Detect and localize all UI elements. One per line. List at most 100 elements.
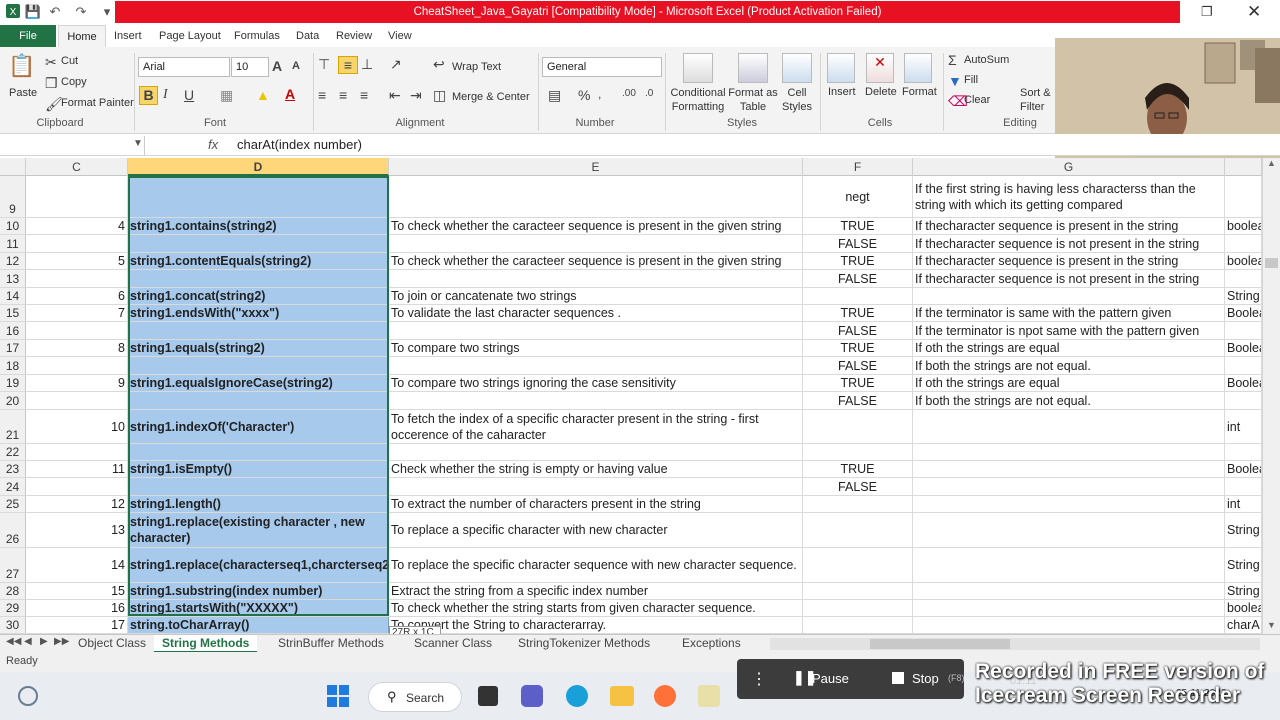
pause-button[interactable]: Pause bbox=[812, 671, 849, 686]
row-number[interactable]: 14 bbox=[0, 288, 26, 304]
cell-h[interactable]: boolea bbox=[1225, 218, 1262, 234]
cell-f[interactable] bbox=[803, 288, 913, 304]
cell-f[interactable] bbox=[803, 617, 913, 633]
prev-sheet-icon[interactable]: ◀ bbox=[24, 636, 32, 647]
row-number[interactable]: 18 bbox=[0, 357, 26, 374]
tab-page-layout[interactable]: Page Layout bbox=[153, 25, 227, 47]
row-number[interactable]: 25 bbox=[0, 496, 26, 512]
scroll-thumb[interactable] bbox=[1265, 258, 1278, 268]
accounting-format-icon[interactable]: ▤ bbox=[548, 87, 561, 104]
row-number[interactable]: 23 bbox=[0, 461, 26, 477]
cell-d[interactable] bbox=[128, 322, 389, 339]
fill-button[interactable]: Fill bbox=[964, 74, 978, 86]
cell-g[interactable]: If the first string is having less chara… bbox=[913, 176, 1225, 217]
cell-e[interactable]: Check whether the string is empty or hav… bbox=[389, 461, 803, 477]
cell-h[interactable]: int bbox=[1225, 496, 1262, 512]
cell-g[interactable] bbox=[913, 478, 1225, 495]
cell-c[interactable] bbox=[26, 357, 128, 374]
merge-center-button[interactable]: Merge & Center bbox=[452, 91, 530, 103]
cell-f[interactable]: FALSE bbox=[803, 478, 913, 495]
autosum-button[interactable]: AutoSum bbox=[964, 54, 1009, 66]
cell-g[interactable]: If both the strings are not equal. bbox=[913, 357, 1225, 374]
format-painter-button[interactable]: Format Painter bbox=[61, 97, 134, 109]
cell-e[interactable]: To compare two strings bbox=[389, 340, 803, 356]
row-number[interactable]: 15 bbox=[0, 305, 26, 321]
task-view-icon[interactable] bbox=[478, 686, 498, 706]
column-header-e[interactable]: E bbox=[389, 158, 803, 176]
name-box[interactable]: ▼ bbox=[0, 136, 145, 155]
increase-decimal-icon[interactable]: .00 bbox=[622, 88, 636, 99]
cell-f[interactable]: FALSE bbox=[803, 270, 913, 287]
cell-e[interactable] bbox=[389, 176, 803, 217]
cell-f[interactable]: TRUE bbox=[803, 340, 913, 356]
cell-d[interactable]: string1.replace(existing character , new… bbox=[128, 513, 389, 547]
cell-e[interactable]: To check whether the caracteer sequence … bbox=[389, 253, 803, 269]
cell-d[interactable] bbox=[128, 444, 389, 460]
paste-icon[interactable]: 📋 bbox=[8, 53, 35, 83]
row-number[interactable]: 22 bbox=[0, 444, 26, 460]
cell-g[interactable]: If oth the strings are equal bbox=[913, 375, 1225, 391]
row-number[interactable]: 13 bbox=[0, 270, 26, 287]
cell-d[interactable] bbox=[128, 357, 389, 374]
cell-d[interactable] bbox=[128, 270, 389, 287]
cell-styles-button[interactable]: Cell Styles bbox=[778, 86, 816, 114]
increase-indent-icon[interactable]: ⇥ bbox=[410, 87, 422, 104]
cell-h[interactable]: String bbox=[1225, 513, 1262, 547]
decrease-decimal-icon[interactable]: .0 bbox=[645, 88, 653, 99]
cell-c[interactable] bbox=[26, 235, 128, 252]
cell-f[interactable]: TRUE bbox=[803, 218, 913, 234]
sheet-tab-strinbuffer-methods[interactable]: StrinBuffer Methods bbox=[270, 635, 392, 653]
undo-icon[interactable]: ↶ bbox=[46, 3, 64, 21]
row-number[interactable]: 12 bbox=[0, 253, 26, 269]
cell-g[interactable]: If both the strings are not equal. bbox=[913, 392, 1225, 409]
chevron-down-icon[interactable]: ▼ bbox=[133, 138, 143, 149]
cell-d[interactable]: string1.indexOf('Character') bbox=[128, 410, 389, 443]
row-number[interactable]: 9 bbox=[0, 176, 26, 217]
row-number[interactable]: 26 bbox=[0, 513, 26, 547]
cell-c[interactable]: 17 bbox=[26, 617, 128, 633]
cell-f[interactable]: TRUE bbox=[803, 305, 913, 321]
underline-icon[interactable]: U bbox=[184, 87, 194, 103]
cell-g[interactable] bbox=[913, 288, 1225, 304]
cell-e[interactable]: To replace the specific character sequen… bbox=[389, 548, 803, 582]
tab-formulas[interactable]: Formulas bbox=[228, 25, 286, 47]
paste-button[interactable]: Paste bbox=[9, 87, 37, 99]
cell-h[interactable]: boolea bbox=[1225, 600, 1262, 616]
cell-g[interactable] bbox=[913, 461, 1225, 477]
cell-g[interactable] bbox=[913, 600, 1225, 616]
font-name-dropdown[interactable]: Arial bbox=[138, 57, 230, 77]
cell-f[interactable]: FALSE bbox=[803, 392, 913, 409]
row-number[interactable]: 28 bbox=[0, 583, 26, 599]
sort-filter-button[interactable]: Sort & Filter bbox=[1020, 86, 1056, 114]
fill-color-icon[interactable]: ▲ bbox=[256, 87, 270, 103]
align-middle-icon[interactable]: ≡ bbox=[338, 56, 358, 74]
cell-g[interactable] bbox=[913, 548, 1225, 582]
cell-h[interactable] bbox=[1225, 478, 1262, 495]
italic-icon[interactable]: I bbox=[163, 87, 168, 103]
tab-home[interactable]: Home bbox=[58, 25, 106, 48]
cell-d[interactable]: string1.contentEquals(string2) bbox=[128, 253, 389, 269]
cell-h[interactable] bbox=[1225, 444, 1262, 460]
cell-g[interactable] bbox=[913, 513, 1225, 547]
cell-h[interactable]: String bbox=[1225, 583, 1262, 599]
cell-d[interactable]: string1.endsWith("xxxx") bbox=[128, 305, 389, 321]
cell-c[interactable]: 4 bbox=[26, 218, 128, 234]
cell-d[interactable]: string1.substring(index number) bbox=[128, 583, 389, 599]
cell-e[interactable]: To fetch the index of a specific charact… bbox=[389, 410, 803, 443]
windows-start-icon[interactable] bbox=[326, 684, 350, 708]
cell-f[interactable] bbox=[803, 513, 913, 547]
cell-d[interactable] bbox=[128, 176, 389, 217]
cell-c[interactable]: 5 bbox=[26, 253, 128, 269]
copy-button[interactable]: Copy bbox=[61, 76, 87, 88]
stop-icon[interactable] bbox=[892, 672, 904, 684]
row-number[interactable]: 10 bbox=[0, 218, 26, 234]
drag-handle-icon[interactable]: ⋮ bbox=[751, 669, 767, 689]
cell-g[interactable]: If thecharacter sequence is present in t… bbox=[913, 253, 1225, 269]
wrap-text-button[interactable]: Wrap Text bbox=[452, 61, 501, 73]
cell-h[interactable]: int bbox=[1225, 410, 1262, 443]
cell-f[interactable]: negt bbox=[803, 176, 913, 217]
cell-f[interactable] bbox=[803, 444, 913, 460]
column-header-d[interactable]: D bbox=[128, 158, 389, 176]
cell-h[interactable]: String bbox=[1225, 288, 1262, 304]
align-right-icon[interactable]: ≡ bbox=[360, 87, 368, 103]
